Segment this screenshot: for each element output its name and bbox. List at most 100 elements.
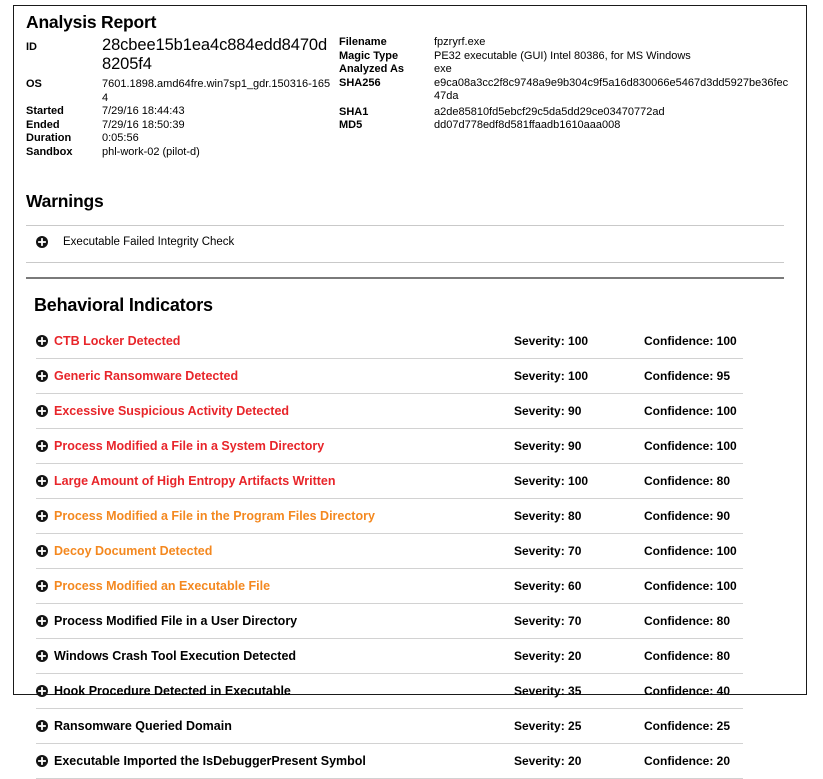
indicator-row[interactable]: Process Modified File in a User Director… [36, 604, 743, 639]
indicator-confidence: Confidence: 40 [644, 684, 730, 698]
indicator-severity: Severity: 70 [514, 544, 644, 558]
indicator-severity: Severity: 20 [514, 649, 644, 663]
indicator-name: Generic Ransomware Detected [54, 369, 514, 383]
indicator-row[interactable]: CTB Locker DetectedSeverity: 100Confiden… [36, 324, 743, 359]
indicator-confidence: Confidence: 90 [644, 509, 730, 523]
metadata-value: phl-work-02 (pilot-d) [102, 146, 332, 160]
warnings-heading: Warnings [26, 191, 103, 212]
indicator-name: Ransomware Queried Domain [54, 719, 514, 733]
warnings-rule-top [26, 225, 784, 226]
indicator-severity: Severity: 100 [514, 474, 644, 488]
indicator-confidence: Confidence: 25 [644, 719, 730, 733]
plus-circle-icon[interactable] [36, 545, 48, 557]
metadata-key: Magic Type [339, 50, 434, 64]
plus-circle-icon[interactable] [36, 615, 48, 627]
indicator-name: Large Amount of High Entropy Artifacts W… [54, 474, 514, 488]
metadata-value: fpzryrf.exe [434, 36, 794, 50]
metadata-key: Ended [26, 119, 102, 133]
indicator-severity: Severity: 20 [514, 754, 644, 768]
plus-circle-icon[interactable] [36, 405, 48, 417]
plus-circle-icon[interactable] [36, 236, 48, 248]
metadata-row: Duration0:05:56 [26, 132, 346, 146]
indicator-severity: Severity: 90 [514, 439, 644, 453]
indicator-severity: Severity: 35 [514, 684, 644, 698]
indicator-severity: Severity: 100 [514, 334, 644, 348]
indicator-confidence: Confidence: 100 [644, 439, 737, 453]
indicator-confidence: Confidence: 100 [644, 404, 737, 418]
indicator-severity: Severity: 100 [514, 369, 644, 383]
plus-circle-icon[interactable] [36, 510, 48, 522]
indicator-name: Process Modified an Executable File [54, 579, 514, 593]
metadata-key: OS [26, 78, 102, 92]
indicator-severity: Severity: 70 [514, 614, 644, 628]
plus-circle-icon[interactable] [36, 440, 48, 452]
plus-circle-icon[interactable] [36, 755, 48, 767]
indicator-row[interactable]: Ransomware Queried DomainSeverity: 25Con… [36, 709, 743, 744]
plus-circle-icon[interactable] [36, 580, 48, 592]
indicator-confidence: Confidence: 20 [644, 754, 730, 768]
plus-circle-icon[interactable] [36, 335, 48, 347]
indicator-row[interactable]: Windows Crash Tool Execution DetectedSev… [36, 639, 743, 674]
metadata-key: ID [26, 36, 102, 55]
metadata-value: 7601.1898.amd64fre.win7sp1_gdr.150316-16… [102, 78, 332, 105]
indicator-confidence: Confidence: 100 [644, 544, 737, 558]
metadata-value: e9ca08a3cc2f8c9748a9e9b304c9f5a16d830066… [434, 77, 794, 104]
metadata-row: SHA256e9ca08a3cc2f8c9748a9e9b304c9f5a16d… [339, 77, 799, 104]
plus-circle-icon[interactable] [36, 370, 48, 382]
metadata-row: ID28cbee15b1ea4c884edd8470d8205f4 [26, 36, 346, 74]
metadata-right-column: Filenamefpzryrf.exeMagic TypePE32 execut… [339, 36, 799, 133]
behavioral-indicators-heading: Behavioral Indicators [34, 295, 213, 316]
indicator-name: Process Modified a File in the Program F… [54, 509, 514, 523]
metadata-row: SHA1a2de85810fd5ebcf29c5da5dd29ce0347077… [339, 106, 799, 120]
metadata-key: SHA256 [339, 77, 434, 91]
metadata-row: Magic TypePE32 executable (GUI) Intel 80… [339, 50, 799, 64]
metadata-key: MD5 [339, 119, 434, 133]
warnings-rule-bottom [26, 262, 784, 263]
indicator-row[interactable]: Generic Ransomware DetectedSeverity: 100… [36, 359, 743, 394]
metadata-row: Ended7/29/16 18:50:39 [26, 119, 346, 133]
metadata-row: OS7601.1898.amd64fre.win7sp1_gdr.150316-… [26, 78, 346, 105]
metadata-row: Filenamefpzryrf.exe [339, 36, 799, 50]
metadata-value: 28cbee15b1ea4c884edd8470d8205f4 [102, 36, 332, 74]
indicator-confidence: Confidence: 100 [644, 334, 737, 348]
indicator-row[interactable]: Process Modified an Executable FileSever… [36, 569, 743, 604]
metadata-row: MD5dd07d778edf8d581ffaadb1610aaa008 [339, 119, 799, 133]
plus-circle-icon[interactable] [36, 475, 48, 487]
page-title: Analysis Report [26, 12, 156, 33]
indicator-name: Decoy Document Detected [54, 544, 514, 558]
indicator-confidence: Confidence: 80 [644, 614, 730, 628]
metadata-key: Analyzed As [339, 63, 434, 77]
behavioral-indicators-table: CTB Locker DetectedSeverity: 100Confiden… [36, 324, 743, 779]
indicator-confidence: Confidence: 80 [644, 649, 730, 663]
plus-circle-icon[interactable] [36, 650, 48, 662]
indicator-row[interactable]: Executable Imported the IsDebuggerPresen… [36, 744, 743, 779]
warning-row[interactable]: Executable Failed Integrity Check [36, 236, 234, 248]
metadata-value: 7/29/16 18:44:43 [102, 105, 332, 119]
indicator-confidence: Confidence: 80 [644, 474, 730, 488]
indicator-confidence: Confidence: 100 [644, 579, 737, 593]
warning-label: Executable Failed Integrity Check [63, 236, 234, 248]
indicator-name: Windows Crash Tool Execution Detected [54, 649, 514, 663]
indicator-row[interactable]: Large Amount of High Entropy Artifacts W… [36, 464, 743, 499]
plus-circle-icon[interactable] [36, 685, 48, 697]
metadata-row: Sandboxphl-work-02 (pilot-d) [26, 146, 346, 160]
indicator-row[interactable]: Excessive Suspicious Activity DetectedSe… [36, 394, 743, 429]
indicator-severity: Severity: 90 [514, 404, 644, 418]
metadata-key: Duration [26, 132, 102, 146]
metadata-value: PE32 executable (GUI) Intel 80386, for M… [434, 50, 794, 64]
indicator-row[interactable]: Decoy Document DetectedSeverity: 70Confi… [36, 534, 743, 569]
indicator-severity: Severity: 60 [514, 579, 644, 593]
indicator-severity: Severity: 25 [514, 719, 644, 733]
section-divider [26, 277, 784, 279]
indicator-row[interactable]: Hook Procedure Detected in ExecutableSev… [36, 674, 743, 709]
indicator-name: Executable Imported the IsDebuggerPresen… [54, 754, 514, 768]
metadata-key: Filename [339, 36, 434, 50]
indicator-row[interactable]: Process Modified a File in a System Dire… [36, 429, 743, 464]
plus-circle-icon[interactable] [36, 720, 48, 732]
metadata-value: dd07d778edf8d581ffaadb1610aaa008 [434, 119, 794, 133]
metadata-value: a2de85810fd5ebcf29c5da5dd29ce03470772ad [434, 106, 794, 120]
metadata-value: exe [434, 63, 794, 77]
indicator-row[interactable]: Process Modified a File in the Program F… [36, 499, 743, 534]
metadata-key: Sandbox [26, 146, 102, 160]
metadata-key: SHA1 [339, 106, 434, 120]
